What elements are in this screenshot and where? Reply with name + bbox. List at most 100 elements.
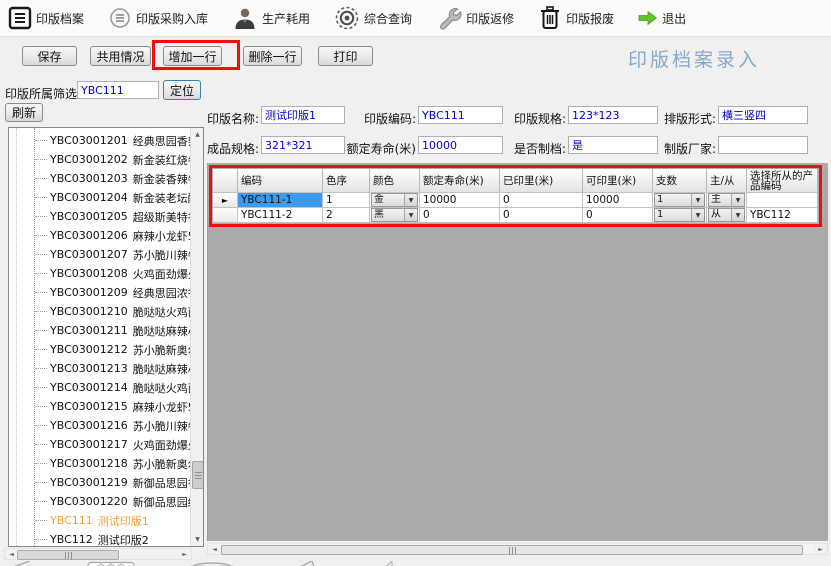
tree-item[interactable]: YBC03001207 苏小脆川辣牛肉5 [9,245,190,264]
locate-button[interactable]: 定位 [163,80,201,100]
is-archived-input[interactable] [568,136,658,154]
plate-filter-input[interactable] [77,81,159,99]
plate-name-input[interactable] [261,106,345,124]
count-cell[interactable]: 1▼ [653,193,707,208]
scrollbar-thumb[interactable] [221,545,803,555]
refresh-button[interactable]: 刷新 [5,103,43,122]
color-order-cell[interactable]: 2 [323,208,370,223]
toolbar-item-plate-archive[interactable]: 印版档案 [8,6,84,30]
code-cell[interactable]: YBC111-2 [238,208,323,223]
tree-vertical-scrollbar[interactable]: ▲ ▼ [190,128,203,546]
tree-item[interactable]: YBC03001203 新金装香辣牛肉面 [9,169,190,188]
product-spec-input[interactable] [261,136,345,154]
toolbar-item-plate-purchase[interactable]: 印版采购入库 [108,6,208,30]
master-slave-cell[interactable]: 主▼ [707,193,747,208]
toolbar-item-plate-repair[interactable]: 印版返修 [436,5,514,31]
table-column-header[interactable]: 支数 [653,169,707,193]
table-body: ► YBC111-1 1 金▼ 10000 0 10000 1▼ 主▼ [213,193,818,223]
layout-form-input[interactable] [718,106,808,124]
rated-life-cell[interactable]: 0 [420,208,500,223]
toolbar-item-plate-scrap[interactable]: 印版报废 [538,5,614,31]
row-selector-cell[interactable]: ► [213,193,238,208]
delete-row-button[interactable]: 删除一行 [243,46,302,66]
print-button[interactable]: 打印 [318,46,373,66]
table-row[interactable]: ► YBC111-1 1 金▼ 10000 0 10000 1▼ 主▼ [213,193,818,208]
tree-item[interactable]: YBC03001202 新金装红烧牛肉面 [9,150,190,169]
scroll-down-button[interactable]: ▼ [191,533,204,546]
plate-code-input[interactable] [418,106,503,124]
rated-life-input[interactable] [418,136,503,154]
chevron-down-icon[interactable]: ▼ [731,194,744,206]
table-column-header[interactable]: 颜色 [370,169,420,193]
tree-item[interactable]: YBC112 测试印版2 [9,530,190,547]
printed-meters-cell[interactable]: 0 [500,208,583,223]
save-button[interactable]: 保存 [22,46,77,66]
table-column-header[interactable]: 额定寿命(米) [420,169,500,193]
chevron-down-icon[interactable]: ▼ [731,209,744,221]
tree-item[interactable]: YBC03001213 脆哒哒麻辣小龙虾 [9,359,190,378]
tree-item[interactable]: YBC03001216 苏小脆川辣牛肉5 [9,416,190,435]
table-column-header[interactable]: 选择所从的产品编码 [747,169,818,193]
count-combobox[interactable]: 1▼ [654,208,705,222]
color-cell[interactable]: 金▼ [370,193,420,208]
tree-item[interactable]: YBC03001209 经典思园浓香排骨 [9,283,190,302]
table-column-header[interactable]: 色序 [323,169,370,193]
color-combobox[interactable]: 黑▼ [371,208,418,222]
tree-item[interactable]: YBC03001208 火鸡面劲爆火鸡5 [9,264,190,283]
tree-item[interactable]: YBC03001210 脆哒哒火鸡面55g [9,302,190,321]
tree-item[interactable]: YBC03001214 脆哒哒火鸡面55g [9,378,190,397]
tree-item[interactable]: YBC03001217 火鸡面劲爆火鸡5 [9,435,190,454]
tree-item[interactable]: YBC03001215 麻辣小龙虾55g15 [9,397,190,416]
main-horizontal-scrollbar[interactable]: ◄ ► [207,543,828,555]
tree-item[interactable]: YBC03001212 苏小脆新奥尔良鸡 [9,340,190,359]
tree-item-name: 经典思园香辣牛肉面 [133,133,190,149]
chevron-down-icon[interactable]: ▼ [404,209,417,221]
chevron-down-icon[interactable]: ▼ [691,194,704,206]
master-slave-combobox[interactable]: 从▼ [708,208,745,222]
master-slave-cell[interactable]: 从▼ [707,208,747,223]
from-product-code-cell[interactable]: YBC112 [747,208,818,223]
tree-item-name: 新御品思园红烧牛 [133,494,190,510]
color-order-cell[interactable]: 1 [323,193,370,208]
row-selector-cell[interactable]: ► [213,208,238,223]
table-row[interactable]: ► YBC111-2 2 黑▼ 0 0 0 1▼ 从▼ YBC112 [213,208,818,223]
tree-item[interactable]: YBC03001204 新金装老坛酸菜面 [9,188,190,207]
tree-item[interactable]: YBC03001218 苏小脆新奥尔良鸡 [9,454,190,473]
table-column-header[interactable]: 已印里(米) [500,169,583,193]
code-cell[interactable]: YBC111-1 [238,193,323,208]
printable-meters-cell[interactable]: 10000 [583,193,653,208]
table-column-header[interactable]: 编码 [238,169,323,193]
toolbar-item-exit[interactable]: 退出 [638,10,686,27]
chevron-down-icon[interactable]: ▼ [404,194,417,206]
table-column-header[interactable]: 主/从 [707,169,747,193]
scrollbar-thumb[interactable] [192,461,204,489]
tree-item[interactable]: YBC03001201 经典思园香辣牛肉面 [9,131,190,150]
tree-item[interactable]: YBC03001206 麻辣小龙虾55g [9,226,190,245]
plate-maker-input[interactable] [718,136,808,154]
plate-spec-input[interactable] [568,106,658,124]
toolbar-item-comprehensive-query[interactable]: 综合查询 [334,5,412,31]
count-combobox[interactable]: 1▼ [654,193,705,207]
scroll-up-button[interactable]: ▲ [191,128,204,141]
printed-meters-cell[interactable]: 0 [500,193,583,208]
master-slave-combobox[interactable]: 主▼ [708,193,745,207]
chevron-down-icon[interactable]: ▼ [691,209,704,221]
tree-item[interactable]: YBC03001205 超级斯美特香牛 [9,207,190,226]
tree-item[interactable]: YBC03001220 新御品思园红烧牛 [9,492,190,511]
shared-usage-button[interactable]: 共用情况 [90,46,151,66]
color-combobox[interactable]: 金▼ [371,193,418,207]
count-cell[interactable]: 1▼ [653,208,707,223]
toolbar-item-production-consumption[interactable]: 生产耗用 [232,5,310,31]
scroll-left-button[interactable]: ◄ [208,544,221,554]
scroll-right-button[interactable]: ► [814,544,827,554]
rated-life-cell[interactable]: 10000 [420,193,500,208]
table-column-header[interactable]: 可印里(米) [583,169,653,193]
tree-item[interactable]: YBC03001211 脆哒哒麻辣小龙虾 [9,321,190,340]
printable-meters-cell[interactable]: 0 [583,208,653,223]
tree-item[interactable]: YBC111 测试印版1 [9,511,190,530]
tree-item[interactable]: YBC03001219 新御品思园香辣牛 [9,473,190,492]
from-product-code-cell[interactable] [747,193,818,208]
tree-item-name: 新金装红烧牛肉面 [133,152,190,168]
add-row-button[interactable]: 增加一行 [163,46,222,66]
color-cell[interactable]: 黑▼ [370,208,420,223]
